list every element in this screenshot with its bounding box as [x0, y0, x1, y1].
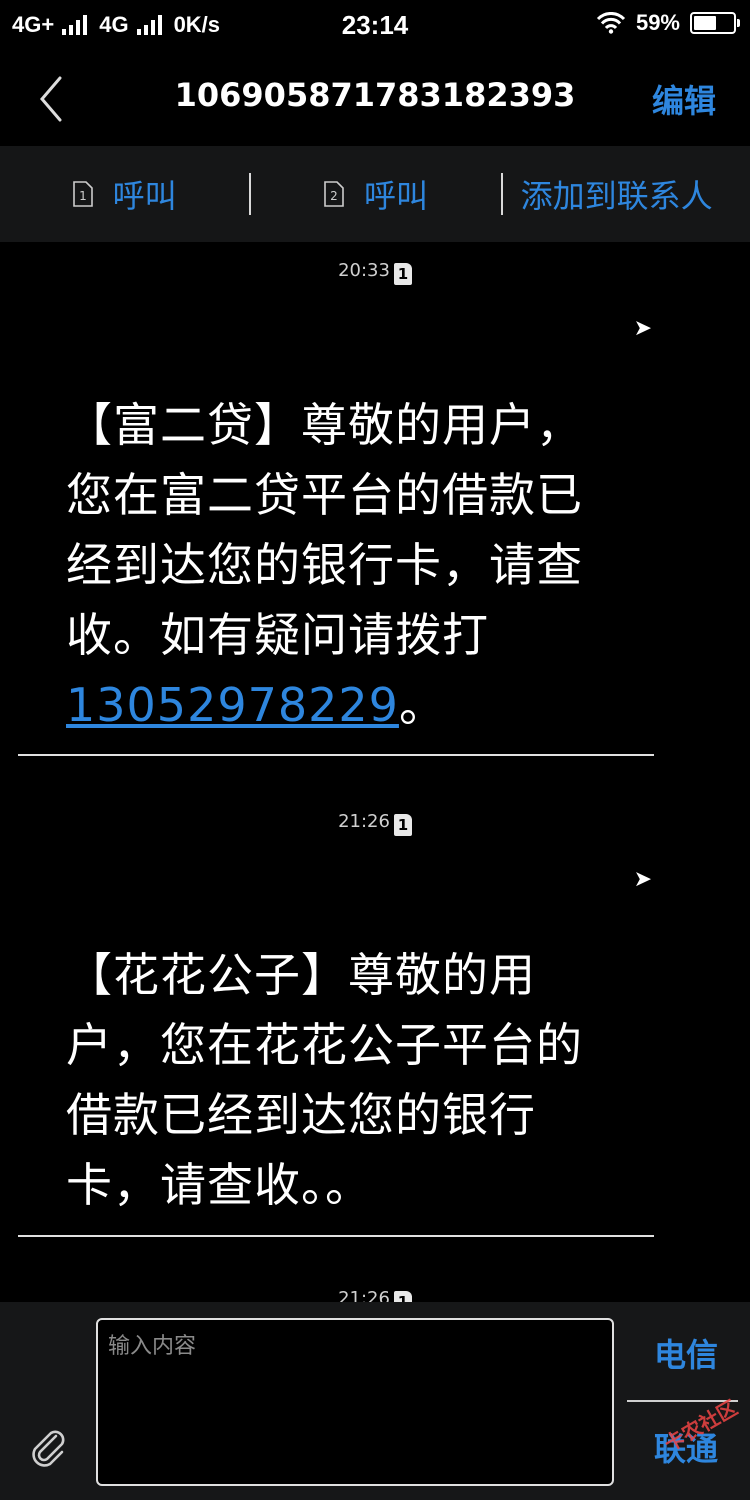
- sim-badge-icon: 1: [393, 814, 412, 836]
- paperclip-icon: [32, 1430, 65, 1467]
- message-text: 【富二贷】尊敬的用户，您在富二贷平台的借款已经到达您的银行卡，请查收。如有疑问请…: [66, 398, 583, 662]
- sim1-icon: 1: [72, 181, 93, 207]
- timestamp-text: 21:26: [338, 1288, 390, 1302]
- call-sim1-label: 呼叫: [112, 177, 177, 215]
- phone-link[interactable]: 13052978229: [66, 678, 399, 732]
- timestamp-text: 20:33: [338, 260, 390, 281]
- add-contact-button[interactable]: 添加到联系人: [503, 171, 750, 217]
- edit-button[interactable]: 编辑: [652, 76, 716, 122]
- message-body[interactable]: 【富二贷】尊敬的用户，您在富二贷平台的借款已经到达您的银行卡，请查收。如有疑问请…: [66, 390, 606, 740]
- message-timestamp: 20:33 1: [0, 260, 750, 285]
- message-divider: [18, 1235, 654, 1237]
- page-title: 1069058717831823​93: [174, 76, 576, 114]
- message-text-end: 。: [398, 678, 446, 732]
- message-timestamp: 21:26 1: [0, 1288, 750, 1302]
- message-list[interactable]: 20:33 1 ➤ 【富二贷】尊敬的用户，您在富二贷平台的借款已经到达您的银行卡，…: [0, 242, 750, 1302]
- timestamp-text: 21:26: [338, 811, 390, 832]
- svg-text:2: 2: [330, 189, 338, 203]
- call-sim2-label: 呼叫: [363, 177, 428, 215]
- wifi-icon: [596, 12, 626, 34]
- message-input[interactable]: [96, 1318, 614, 1486]
- message-timestamp: 21:26 1: [0, 811, 750, 836]
- status-bar: 4G+ 4G 0K/s 23:14 59%: [0, 0, 750, 52]
- sim-badge-icon: 1: [393, 263, 412, 285]
- status-right: 59%: [596, 10, 740, 36]
- message-body[interactable]: 【花花公子】尊敬的用户，您在花花公子平台的借款已经到达您的银行卡，请查收。。: [66, 940, 606, 1220]
- received-arrow-icon: ➤: [633, 867, 652, 892]
- call-sim1-button[interactable]: 1 呼叫: [0, 171, 249, 217]
- send-telecom-button[interactable]: 电信: [654, 1330, 718, 1376]
- battery-percent: 59%: [635, 10, 680, 35]
- svg-text:1: 1: [79, 189, 87, 203]
- call-sim2-button[interactable]: 2 呼叫: [251, 171, 500, 217]
- action-bar: 1 呼叫 2 呼叫 添加到联系人: [0, 146, 750, 242]
- sim2-icon: 2: [324, 181, 344, 207]
- battery-icon: [690, 12, 740, 34]
- battery-fill: [694, 16, 717, 30]
- conversation-header: 1069058717831823​93 编辑: [0, 52, 750, 146]
- sim-badge-icon: 1: [393, 1291, 412, 1302]
- message-divider: [18, 754, 654, 756]
- received-arrow-icon: ➤: [633, 316, 652, 341]
- compose-bar: 电信 联通 卡农社区: [0, 1302, 750, 1500]
- attach-button[interactable]: [26, 1424, 70, 1468]
